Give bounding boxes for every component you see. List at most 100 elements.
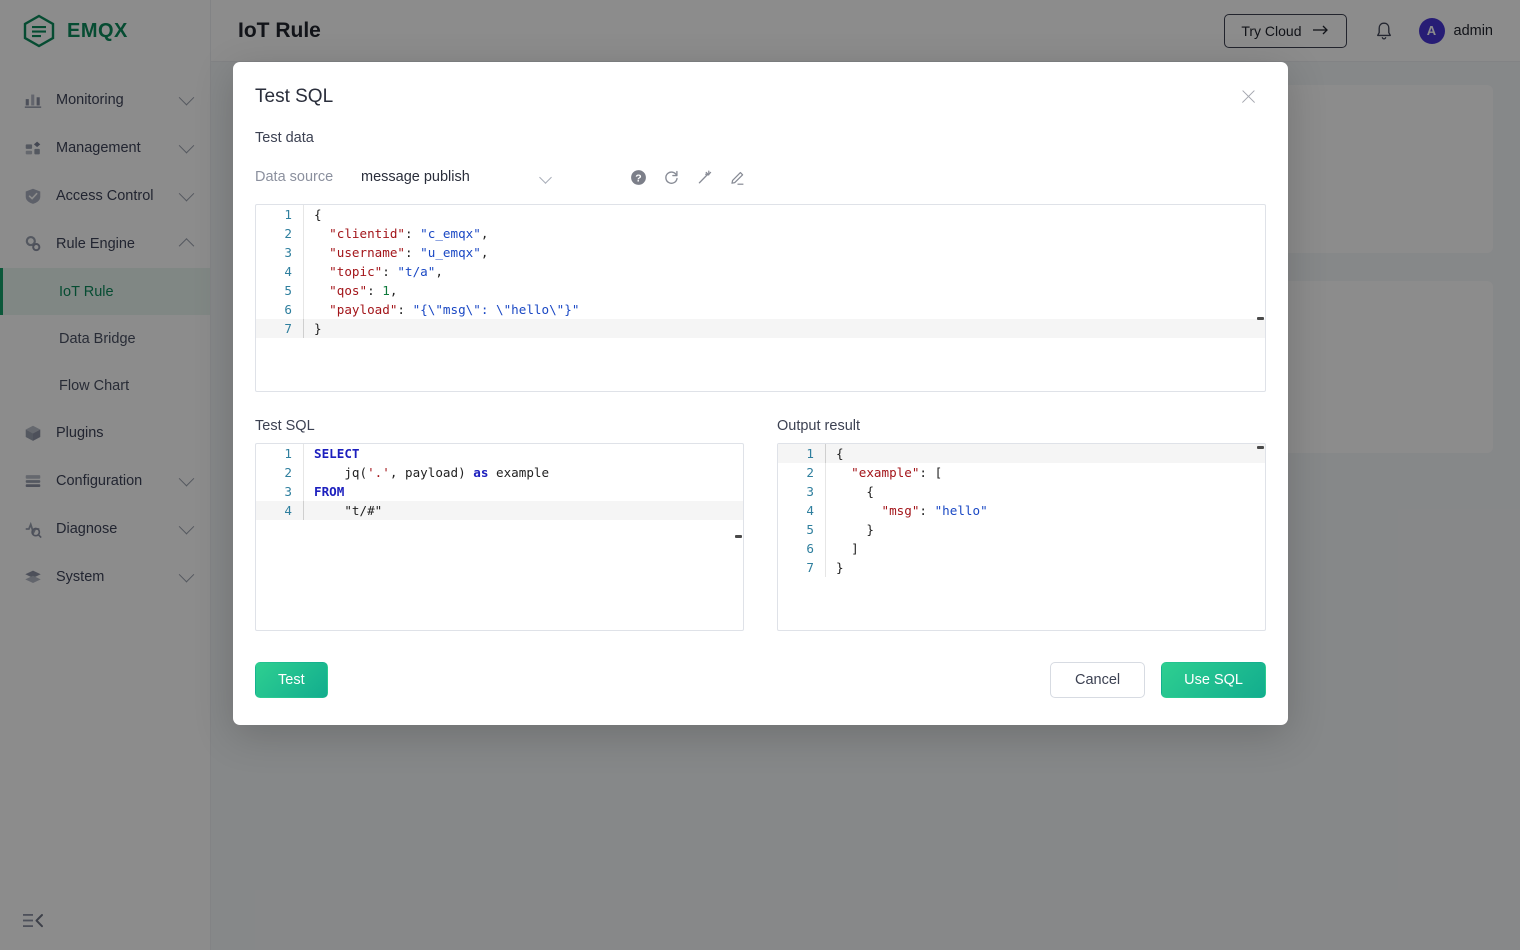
code-token: } [836, 522, 874, 537]
code-token: , [390, 283, 398, 298]
test-button[interactable]: Test [255, 662, 328, 698]
pencil-edit-icon[interactable] [729, 169, 746, 186]
code-token [314, 283, 329, 298]
code-token: example [488, 465, 549, 480]
line-number: 2 [778, 463, 825, 482]
code-line[interactable]: 3 FROM [256, 482, 743, 501]
code-token: FROM [314, 484, 344, 499]
code-token: : [405, 245, 420, 260]
code-line[interactable]: 6 ] [778, 539, 1265, 558]
editor-scroll-indicator[interactable] [1257, 317, 1264, 320]
line-number: 6 [256, 300, 303, 319]
footer-right-actions: Cancel Use SQL [1050, 662, 1266, 698]
code-text: "msg": "hello" [825, 501, 1265, 520]
cancel-button[interactable]: Cancel [1050, 662, 1145, 698]
line-number: 7 [778, 558, 825, 577]
code-line[interactable]: 2 jq('.', payload) as example [256, 463, 743, 482]
code-token: "msg" [882, 503, 920, 518]
code-text: "username": "u_emqx", [303, 243, 1265, 262]
code-token: SELECT [314, 446, 360, 461]
code-text: "topic": "t/a", [303, 262, 1265, 281]
close-icon[interactable] [1238, 86, 1260, 108]
test-sql-editor[interactable]: 1SELECT2 jq('.', payload) as example3 FRO… [255, 443, 744, 631]
code-token: : [367, 283, 382, 298]
code-line[interactable]: 4 "t/#" [256, 501, 743, 520]
dialog-footer: Test Cancel Use SQL [233, 662, 1288, 698]
code-token: , [481, 226, 489, 241]
line-number: 5 [256, 281, 303, 300]
code-token: "u_emqx" [420, 245, 481, 260]
test-data-label: Test data [255, 130, 1266, 146]
code-text: "t/#" [303, 501, 743, 520]
code-token: , [481, 245, 489, 260]
code-line[interactable]: 4 "topic": "t/a", [256, 262, 1265, 281]
code-line[interactable]: 2 "example": [ [778, 463, 1265, 482]
test-sql-column: Test SQL 1SELECT2 jq('.', payload) as ex… [255, 418, 744, 631]
code-token: "example" [851, 465, 919, 480]
code-text: ] [825, 539, 1265, 558]
use-sql-button[interactable]: Use SQL [1161, 662, 1266, 698]
test-data-code[interactable]: 1{2 "clientid": "c_emqx",3 "username": "… [256, 205, 1265, 338]
code-token: : [397, 302, 412, 317]
code-line[interactable]: 3 { [778, 482, 1265, 501]
sql-and-output-row: Test SQL 1SELECT2 jq('.', payload) as ex… [255, 418, 1266, 631]
code-line[interactable]: 1{ [256, 205, 1265, 224]
dialog-body: Test data Data source message publish ? [233, 130, 1288, 631]
code-token [314, 245, 329, 260]
code-line[interactable]: 4 "msg": "hello" [778, 501, 1265, 520]
output-result-editor[interactable]: 1{2 "example": [3 {4 "msg": "hello"5 }6 … [777, 443, 1266, 631]
code-token: "username" [329, 245, 405, 260]
code-line[interactable]: 6 "payload": "{\"msg\": \"hello\"}" [256, 300, 1265, 319]
output-result-code[interactable]: 1{2 "example": [3 {4 "msg": "hello"5 }6 … [778, 444, 1265, 577]
test-data-editor[interactable]: 1{2 "clientid": "c_emqx",3 "username": "… [255, 204, 1266, 392]
editor-scroll-indicator[interactable] [1257, 446, 1264, 449]
magic-wand-icon[interactable] [696, 169, 713, 186]
help-icon[interactable]: ? [630, 169, 647, 186]
code-text: { [825, 482, 1265, 501]
line-number: 2 [256, 463, 303, 482]
code-text: jq('.', payload) as example [303, 463, 743, 482]
code-token: [ [935, 465, 943, 480]
code-token: { [836, 446, 844, 461]
code-token [836, 465, 851, 480]
code-text: "example": [ [825, 463, 1265, 482]
code-text: "payload": "{\"msg\": \"hello\"}" [303, 300, 1265, 319]
code-token: as [473, 465, 488, 480]
code-token: : [382, 264, 397, 279]
code-line[interactable]: 3 "username": "u_emqx", [256, 243, 1265, 262]
code-line[interactable]: 5 } [778, 520, 1265, 539]
code-text: FROM [303, 482, 743, 501]
code-token [314, 226, 329, 241]
code-line[interactable]: 7} [778, 558, 1265, 577]
line-number: 6 [778, 539, 825, 558]
test-sql-label: Test SQL [255, 418, 744, 434]
data-source-value: message publish [361, 169, 541, 185]
code-text: } [303, 319, 1265, 338]
code-text: SELECT [303, 444, 743, 463]
code-line[interactable]: 7} [256, 319, 1265, 338]
code-token: "t/a" [397, 264, 435, 279]
code-line[interactable]: 1SELECT [256, 444, 743, 463]
line-number: 4 [256, 262, 303, 281]
code-line[interactable]: 2 "clientid": "c_emqx", [256, 224, 1265, 243]
refresh-icon[interactable] [663, 169, 680, 186]
code-token: } [836, 560, 844, 575]
code-token: '.' [367, 465, 390, 480]
code-line[interactable]: 5 "qos": 1, [256, 281, 1265, 300]
code-line[interactable]: 1{ [778, 444, 1265, 463]
line-number: 3 [256, 482, 303, 501]
data-source-select[interactable]: message publish [361, 169, 556, 185]
line-number: 4 [256, 501, 303, 520]
app-root: EMQX Monitoring [0, 0, 1520, 950]
code-token: { [314, 207, 322, 222]
test-sql-code[interactable]: 1SELECT2 jq('.', payload) as example3 FRO… [256, 444, 743, 520]
code-text: "qos": 1, [303, 281, 1265, 300]
editor-scroll-indicator[interactable] [735, 535, 742, 538]
code-token: "{\"msg\": \"hello\"}" [413, 302, 580, 317]
test-sql-dialog: Test SQL Test data Data source message p… [233, 62, 1288, 725]
code-text: } [825, 558, 1265, 577]
code-token: : [919, 465, 934, 480]
code-token: "clientid" [329, 226, 405, 241]
code-text: { [303, 205, 1265, 224]
code-token: "topic" [329, 264, 382, 279]
